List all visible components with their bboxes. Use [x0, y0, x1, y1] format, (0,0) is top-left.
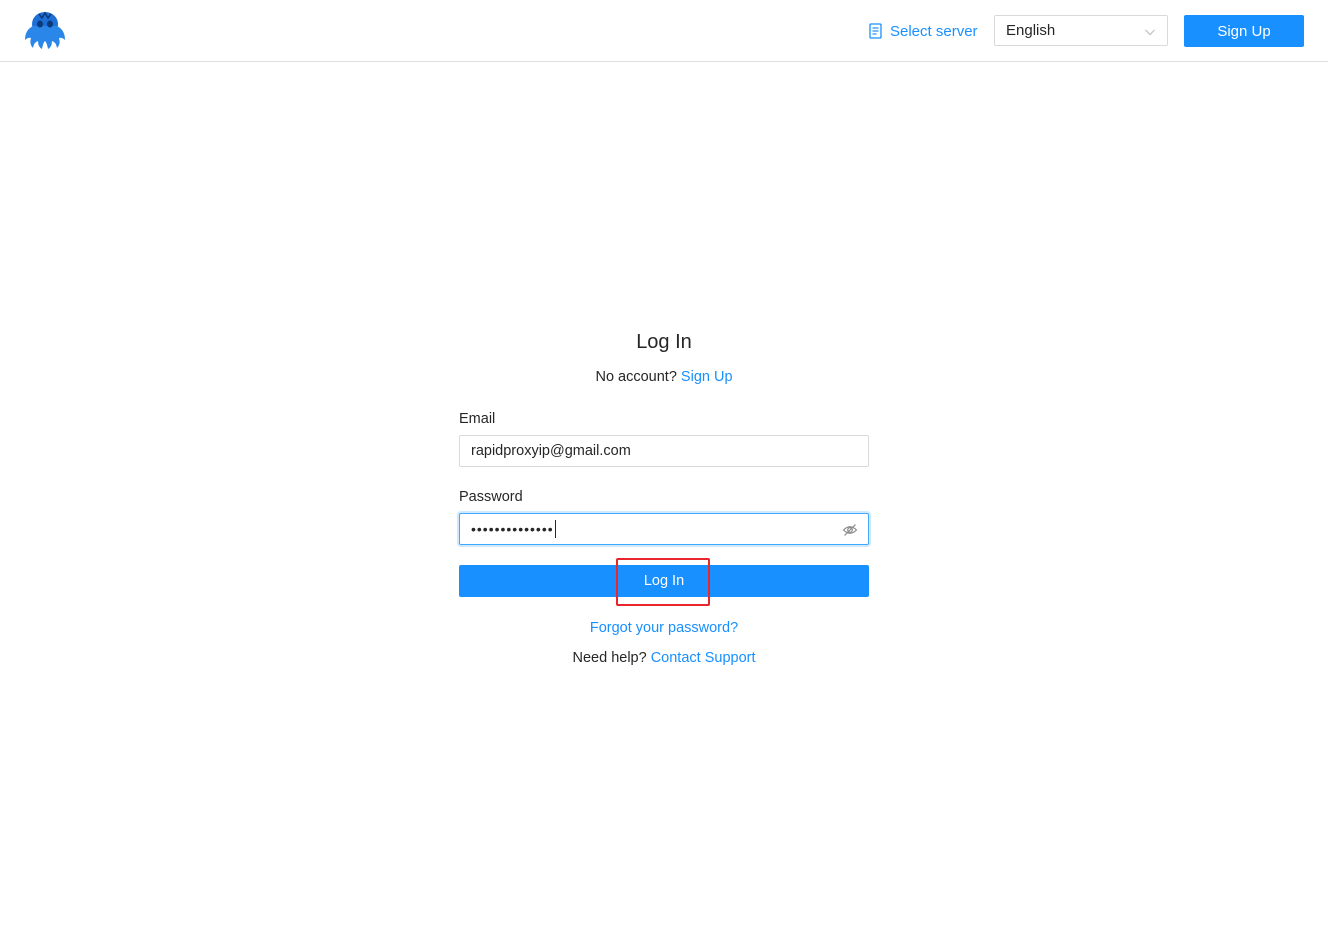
email-label: Email: [459, 411, 496, 427]
page-title: Log In: [636, 331, 692, 353]
contact-support-link[interactable]: Contact Support: [651, 650, 756, 666]
header-signup-button[interactable]: Sign Up: [1184, 15, 1304, 47]
select-server-link[interactable]: Select server: [868, 20, 978, 42]
help-text: Need help?: [572, 650, 647, 666]
eye-invisible-icon[interactable]: [842, 522, 858, 538]
password-label: Password: [459, 489, 523, 505]
language-value: English: [1006, 22, 1056, 39]
password-field[interactable]: ••••••••••••••: [459, 513, 869, 545]
forgot-password-link[interactable]: Forgot your password?: [590, 620, 738, 636]
forgot-password-line: Forgot your password?: [0, 620, 1328, 636]
top-header: Select server English Sign Up: [0, 0, 1328, 62]
text-caret: [554, 520, 556, 538]
email-value: rapidproxyip@gmail.com: [471, 443, 631, 459]
select-server-label: Select server: [890, 22, 978, 40]
no-account-line: No account? Sign Up: [0, 369, 1328, 385]
octopus-logo-icon[interactable]: [23, 10, 67, 52]
signup-link[interactable]: Sign Up: [681, 369, 733, 385]
server-list-icon: [868, 23, 883, 39]
email-field[interactable]: rapidproxyip@gmail.com: [459, 435, 869, 467]
chevron-down-icon: [1144, 25, 1156, 37]
login-button[interactable]: Log In: [459, 565, 869, 597]
password-value: ••••••••••••••: [471, 521, 554, 537]
no-account-text: No account?: [595, 369, 677, 385]
language-select[interactable]: English: [994, 15, 1168, 46]
help-line: Need help? Contact Support: [0, 650, 1328, 666]
